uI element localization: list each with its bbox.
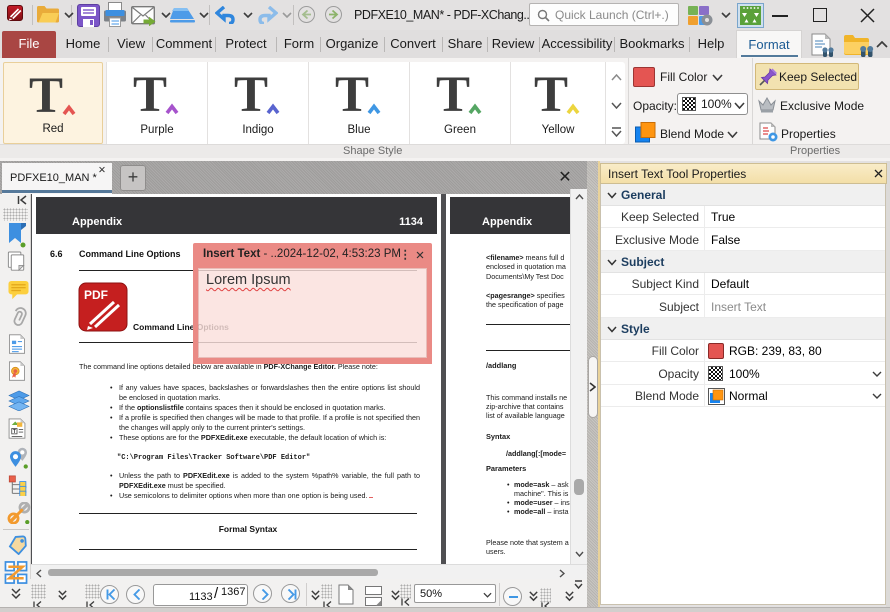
svg-text:PDF: PDF [84, 288, 108, 302]
